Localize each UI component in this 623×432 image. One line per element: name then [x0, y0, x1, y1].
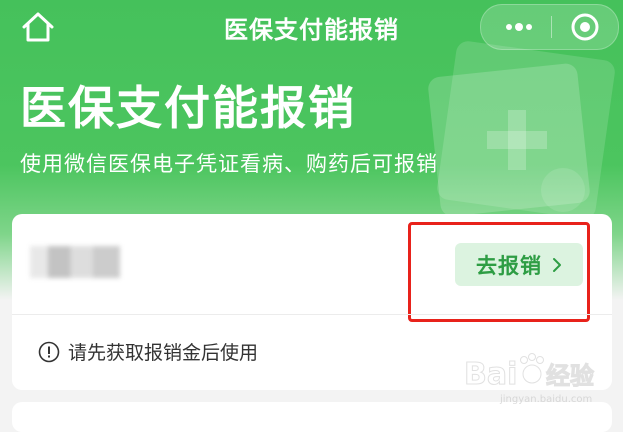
card-divider: [12, 314, 612, 315]
watermark-brand: Bai: [464, 357, 517, 392]
close-circle-icon[interactable]: [570, 12, 600, 42]
notice-row: 请先获取报销金后使用: [38, 338, 258, 365]
page-subtitle: 使用微信医保电子凭证看病、购药后可报销: [20, 152, 438, 176]
watermark-suffix: 经验: [546, 362, 594, 390]
notice-text: 请先获取报销金后使用: [68, 342, 259, 364]
page-title: 医保支付能报销: [20, 81, 356, 135]
medical-card-illustration: [428, 41, 615, 219]
more-dots-icon[interactable]: [503, 19, 535, 35]
navigation-bar: 医保支付能报销: [0, 0, 623, 52]
mini-program-capsule: [480, 4, 619, 50]
blurred-user-name: [30, 246, 120, 278]
baidu-watermark: Bai 经验 jingyan.baidu.com: [464, 353, 595, 405]
paw-icon: [520, 353, 544, 384]
watermark-url: jingyan.baidu.com: [499, 394, 592, 405]
info-icon: [38, 341, 60, 362]
capsule-divider: [551, 16, 552, 38]
highlight-box: [408, 222, 590, 322]
